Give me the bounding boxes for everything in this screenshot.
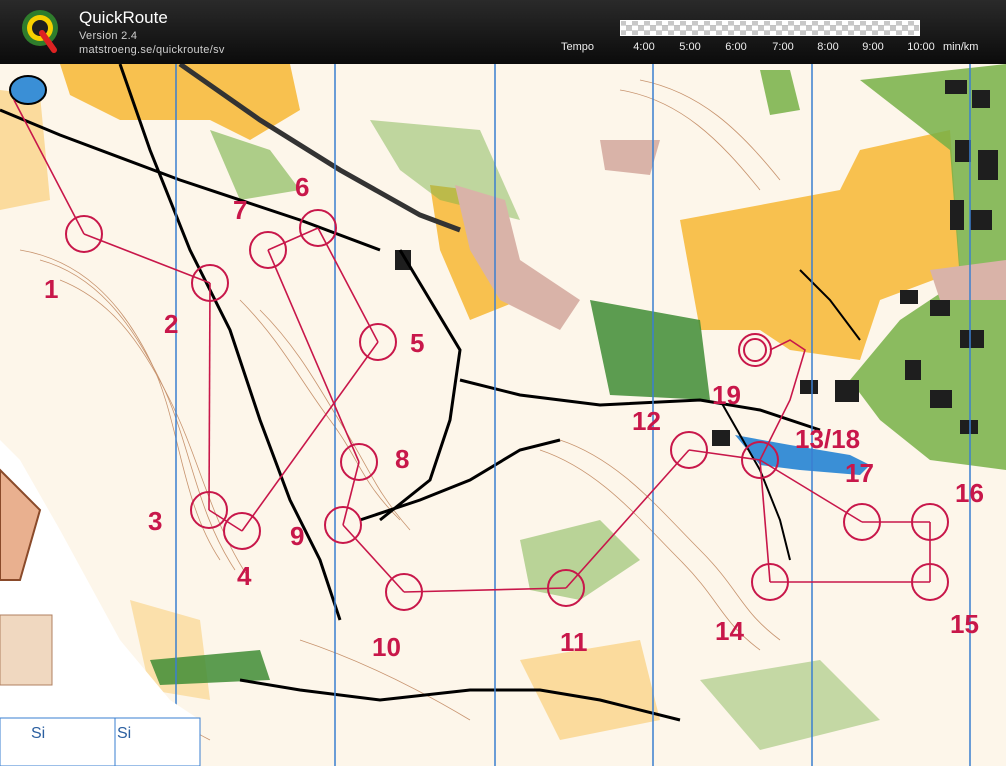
tempo-tick: 7:00 bbox=[772, 41, 794, 53]
app-header: QuickRoute Version 2.4 matstroeng.se/qui… bbox=[0, 0, 1006, 64]
map-text-si: Si bbox=[117, 725, 131, 742]
tempo-tick: 4:00 bbox=[633, 41, 655, 53]
control-number: 7 bbox=[233, 195, 247, 225]
quickroute-logo-icon bbox=[22, 10, 58, 53]
app-version: Version 2.4 bbox=[79, 30, 138, 42]
control-number: 2 bbox=[164, 309, 178, 339]
tempo-color-bar bbox=[620, 20, 920, 36]
control-number: 17 bbox=[845, 458, 874, 488]
tempo-tick: 9:00 bbox=[862, 41, 884, 53]
control-number: 10 bbox=[372, 632, 401, 662]
control-number: 8 bbox=[395, 444, 409, 474]
control-number: 5 bbox=[410, 328, 424, 358]
control-number: 9 bbox=[290, 521, 304, 551]
control-number: 13/18 bbox=[795, 424, 860, 454]
control-number: 1 bbox=[44, 274, 58, 304]
tempo-tick: 10:00 bbox=[907, 41, 935, 53]
tempo-label: Tempo bbox=[561, 41, 595, 53]
tempo-unit: min/km bbox=[943, 41, 979, 53]
map-logo-emblem bbox=[0, 614, 53, 686]
control-number: 6 bbox=[295, 172, 309, 202]
map-frame bbox=[0, 717, 201, 766]
control-number: 4 bbox=[237, 561, 252, 591]
orienteering-map[interactable]: Si Si 1 2 3 4 5 6 7 8 9 10 11 12 13/18 1… bbox=[0, 64, 1006, 766]
control-number: 3 bbox=[148, 506, 162, 536]
control-number: 19 bbox=[712, 380, 741, 410]
tempo-tick: 5:00 bbox=[679, 41, 701, 53]
control-number: 14 bbox=[715, 616, 744, 646]
control-number: 16 bbox=[955, 478, 984, 508]
map-text-si: Si bbox=[31, 725, 45, 742]
control-number: 11 bbox=[560, 627, 588, 657]
control-number: 15 bbox=[950, 609, 979, 639]
control-number: 12 bbox=[632, 406, 661, 436]
app-url: matstroeng.se/quickroute/sv bbox=[79, 44, 225, 56]
tempo-tick: 6:00 bbox=[725, 41, 747, 53]
tempo-tick: 8:00 bbox=[817, 41, 839, 53]
app-title: QuickRoute bbox=[79, 8, 168, 27]
